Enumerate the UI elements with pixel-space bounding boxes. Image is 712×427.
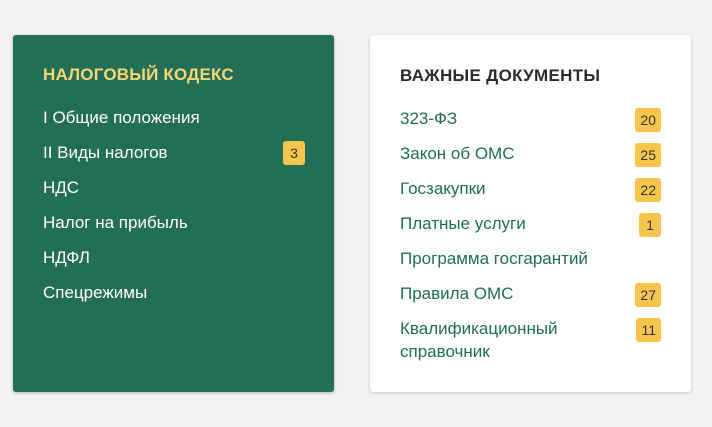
count-badge: 22 [635, 178, 661, 202]
tax-item-vat[interactable]: НДС [43, 178, 79, 197]
tax-item-tax-types[interactable]: II Виды налогов [43, 143, 168, 162]
list-item: Платные услуги 1 [400, 212, 661, 247]
list-item: 323-ФЗ 20 [400, 107, 661, 142]
doc-link-oms-law[interactable]: Закон об ОМС [400, 142, 515, 165]
list-item: Госзакупки 22 [400, 177, 661, 212]
list-item: Налог на прибыль [43, 211, 305, 246]
tax-code-title: НАЛОГОВЫЙ КОДЕКС [43, 65, 234, 84]
count-badge: 3 [283, 141, 305, 165]
doc-link-qualification-reference[interactable]: Квалификационный справочник [400, 317, 600, 363]
list-item: Правила ОМС 27 [400, 282, 661, 317]
count-badge: 20 [635, 108, 661, 132]
doc-link-state-guarantees-program[interactable]: Программа госгарантий [400, 247, 588, 270]
important-documents-title: ВАЖНЫЕ ДОКУМЕНТЫ [400, 66, 601, 85]
doc-link-paid-services[interactable]: Платные услуги [400, 212, 526, 235]
count-badge: 1 [639, 213, 661, 237]
list-item: I Общие положения [43, 106, 305, 141]
doc-link-procurement[interactable]: Госзакупки [400, 177, 486, 200]
list-item: Программа госгарантий [400, 247, 661, 282]
tax-code-card: НАЛОГОВЫЙ КОДЕКС I Общие положения II Ви… [13, 35, 334, 392]
doc-link-323-fz[interactable]: 323-ФЗ [400, 107, 457, 130]
list-item: Спецрежимы [43, 281, 305, 316]
count-badge: 27 [635, 283, 661, 307]
important-documents-card: ВАЖНЫЕ ДОКУМЕНТЫ 323-ФЗ 20 Закон об ОМС … [370, 35, 691, 392]
list-item: Закон об ОМС 25 [400, 142, 661, 177]
list-item: II Виды налогов 3 [43, 141, 305, 176]
list-item: НДФЛ [43, 246, 305, 281]
list-item: НДС [43, 176, 305, 211]
documents-list: 323-ФЗ 20 Закон об ОМС 25 Госзакупки 22 … [400, 107, 661, 363]
tax-item-special-regimes[interactable]: Спецрежимы [43, 283, 147, 302]
tax-item-profit-tax[interactable]: Налог на прибыль [43, 213, 188, 232]
count-badge: 25 [635, 143, 661, 167]
tax-item-personal-income-tax[interactable]: НДФЛ [43, 248, 90, 267]
tax-code-list: I Общие положения II Виды налогов 3 НДС … [43, 106, 305, 316]
count-badge: 11 [636, 318, 661, 342]
tax-item-general-provisions[interactable]: I Общие положения [43, 108, 200, 127]
doc-link-oms-rules[interactable]: Правила ОМС [400, 282, 513, 305]
list-item: Квалификационный справочник 11 [400, 317, 661, 363]
